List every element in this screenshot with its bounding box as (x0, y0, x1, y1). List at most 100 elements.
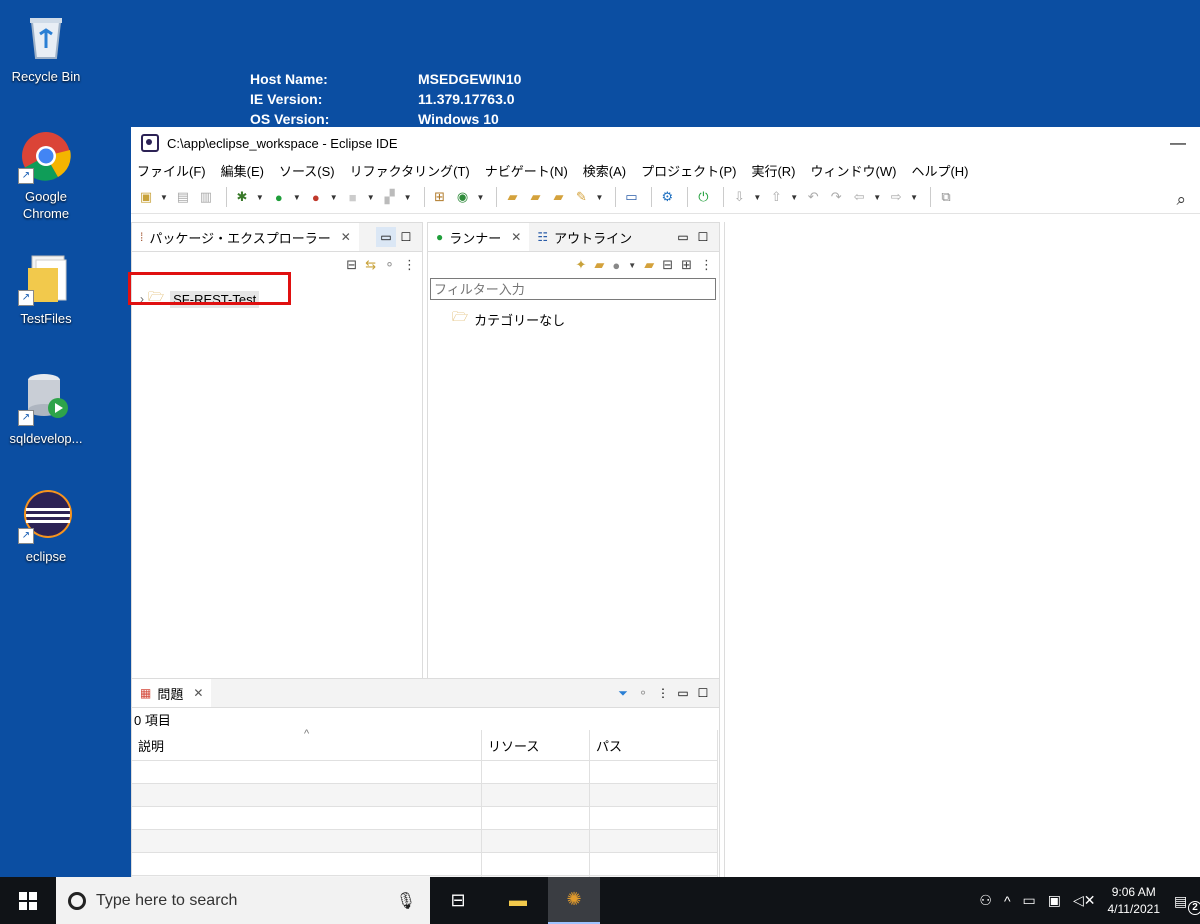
debug-dropdown-icon[interactable]: ▼ (256, 193, 264, 202)
clock[interactable]: 9:06 AM 4/11/2021 (1108, 884, 1161, 918)
minimize-panel-icon[interactable]: ▭ (673, 683, 693, 703)
collapse-all-icon[interactable]: ⊟ (346, 257, 357, 273)
menu-source[interactable]: ソース(S) (279, 161, 335, 180)
save-all-icon[interactable]: ▥ (197, 188, 215, 206)
notification-center-button[interactable]: ▤ 2 (1174, 891, 1200, 915)
open-config-icon[interactable]: ▰ (594, 257, 604, 273)
tab-outline[interactable]: ☷ アウトライン (529, 223, 640, 251)
spring-boot-icon[interactable]: ⏻ (694, 188, 712, 206)
tab-problems[interactable]: ▦ 問題 ✕ (132, 679, 212, 707)
run-config-dropdown-icon[interactable]: ▼ (628, 261, 636, 270)
column-path[interactable]: パス (589, 730, 718, 761)
new-dropdown-icon[interactable]: ▼ (160, 193, 168, 202)
new-icon[interactable]: ▣ (137, 188, 155, 206)
volume-muted-icon[interactable]: ◁✕ (1073, 892, 1096, 909)
desktop-icon-sqldeveloper[interactable]: ↗ sqldevelop... (0, 370, 92, 447)
battery-icon[interactable]: ▭ (1023, 892, 1036, 909)
search-icon[interactable]: ⌕ (1176, 190, 1186, 210)
connect-icon[interactable]: ▞ (381, 188, 399, 206)
tab-package-explorer[interactable]: ⁞ パッケージ・エクスプローラー ✕ (132, 223, 359, 251)
prev-annotation-dropdown-icon[interactable]: ▼ (790, 193, 798, 202)
console-icon[interactable]: ▭ (622, 188, 640, 206)
back-icon[interactable]: ⇦ (850, 188, 868, 206)
maximize-panel-icon[interactable]: ☐ (396, 227, 416, 247)
save-icon[interactable]: ▤ (174, 188, 192, 206)
people-icon[interactable]: ⚇ (979, 892, 992, 909)
filters-icon[interactable]: ⚬ (384, 257, 395, 273)
back-dropdown-icon[interactable]: ▼ (873, 193, 881, 202)
close-icon[interactable]: ✕ (511, 230, 521, 244)
task-view-button[interactable]: ⊟ (432, 877, 484, 924)
eclipse-taskbar-button[interactable]: ✺ (548, 877, 600, 924)
stop-dropdown-icon[interactable]: ▼ (367, 193, 375, 202)
menu-search[interactable]: 検索(A) (583, 161, 626, 180)
open-type-icon[interactable]: ▰ (503, 188, 521, 206)
forward-dropdown-icon[interactable]: ▼ (910, 193, 918, 202)
configure-contents-icon[interactable]: ⚬ (633, 683, 653, 703)
open-task-icon[interactable]: ▰ (526, 188, 544, 206)
collapse-all-icon[interactable]: ⊟ (662, 257, 673, 273)
connect-dropdown-icon[interactable]: ▼ (404, 193, 412, 202)
filter-icon[interactable]: ⏷ (613, 683, 633, 703)
menu-project[interactable]: プロジェクト(P) (641, 161, 736, 180)
taskbar-search[interactable]: Type here to search 🎙 (56, 877, 430, 924)
pen-dropdown-icon[interactable]: ▼ (595, 193, 603, 202)
view-menu-icon[interactable]: ⋮ (403, 257, 416, 273)
external-tools-icon[interactable]: ● (307, 188, 325, 206)
new-class-icon[interactable]: ◉ (454, 188, 472, 206)
minimize-panel-icon[interactable]: ▭ (376, 227, 396, 247)
column-resource[interactable]: リソース (481, 730, 590, 761)
forward-icon[interactable]: ⇨ (887, 188, 905, 206)
desktop-icon-google-chrome[interactable]: ↗ Google Chrome (0, 128, 92, 222)
stop-icon[interactable]: ■ (344, 188, 362, 206)
filter-input[interactable] (430, 278, 716, 300)
run-dropdown-icon[interactable]: ▼ (293, 193, 301, 202)
network-icon[interactable]: ▣ (1048, 892, 1061, 909)
prev-annotation-icon[interactable]: ⇧ (767, 188, 785, 206)
external-tools-dropdown-icon[interactable]: ▼ (330, 193, 338, 202)
tab-runner[interactable]: ● ランナー ✕ (428, 223, 530, 251)
new-run-config-icon[interactable]: ✦ (576, 257, 587, 273)
forward-edit-icon[interactable]: ↷ (827, 188, 845, 206)
microphone-icon[interactable]: 🎙 (396, 891, 416, 911)
desktop-icon-recycle-bin[interactable]: Recycle Bin (0, 8, 92, 85)
link-with-editor-icon[interactable]: ⇆ (365, 257, 376, 273)
column-description[interactable]: 説明 ^ (132, 728, 482, 761)
run-icon[interactable]: ● (270, 188, 288, 206)
minimize-button[interactable]: — (1170, 135, 1186, 153)
menu-help[interactable]: ヘルプ(H) (911, 161, 968, 180)
chevron-up-icon[interactable]: ^ (1004, 893, 1011, 909)
new-folder-icon[interactable]: ▰ (644, 257, 654, 273)
settings-icon[interactable]: ⚙ (658, 188, 676, 206)
start-button[interactable] (0, 877, 56, 924)
menu-edit[interactable]: 編集(E) (221, 161, 264, 180)
menu-refactor[interactable]: リファクタリング(T) (350, 161, 470, 180)
file-explorer-button[interactable]: ▬ (492, 877, 544, 924)
menu-run[interactable]: 実行(R) (751, 161, 795, 180)
menu-file[interactable]: ファイル(F) (137, 161, 206, 180)
last-edit-icon[interactable]: ↶ (804, 188, 822, 206)
desktop-icon-eclipse[interactable]: ↗ eclipse (0, 488, 92, 565)
next-annotation-dropdown-icon[interactable]: ▼ (753, 193, 761, 202)
open-folder-icon[interactable]: ▰ (549, 188, 567, 206)
debug-icon[interactable]: ✱ (233, 188, 251, 206)
close-icon[interactable]: ✕ (193, 686, 203, 700)
desktop-icon-testfiles[interactable]: ↗ TestFiles (0, 250, 92, 327)
maximize-panel-icon[interactable]: ☐ (693, 227, 713, 247)
view-menu-icon[interactable]: ⋮ (700, 257, 713, 273)
close-icon[interactable]: ✕ (341, 230, 351, 244)
maximize-panel-icon[interactable]: ☐ (693, 683, 713, 703)
view-menu-icon[interactable]: ⋮ (653, 683, 673, 703)
next-annotation-icon[interactable]: ⇩ (730, 188, 748, 206)
expand-all-icon[interactable]: ⊞ (681, 257, 692, 273)
menu-window[interactable]: ウィンドウ(W) (811, 161, 897, 180)
open-perspective-icon[interactable]: ⧉ (937, 188, 955, 206)
pen-icon[interactable]: ✎ (572, 188, 590, 206)
minimize-panel-icon[interactable]: ▭ (673, 227, 693, 247)
runner-category-item[interactable]: 🗁 カテゴリーなし (452, 308, 719, 330)
new-class-dropdown-icon[interactable]: ▼ (477, 193, 485, 202)
new-package-icon[interactable]: ⊞ (431, 188, 449, 206)
menu-navigate[interactable]: ナビゲート(N) (485, 161, 568, 180)
window-titlebar[interactable]: C:\app\eclipse_workspace - Eclipse IDE — (131, 127, 1200, 159)
run-config-icon[interactable]: ● (612, 258, 620, 273)
